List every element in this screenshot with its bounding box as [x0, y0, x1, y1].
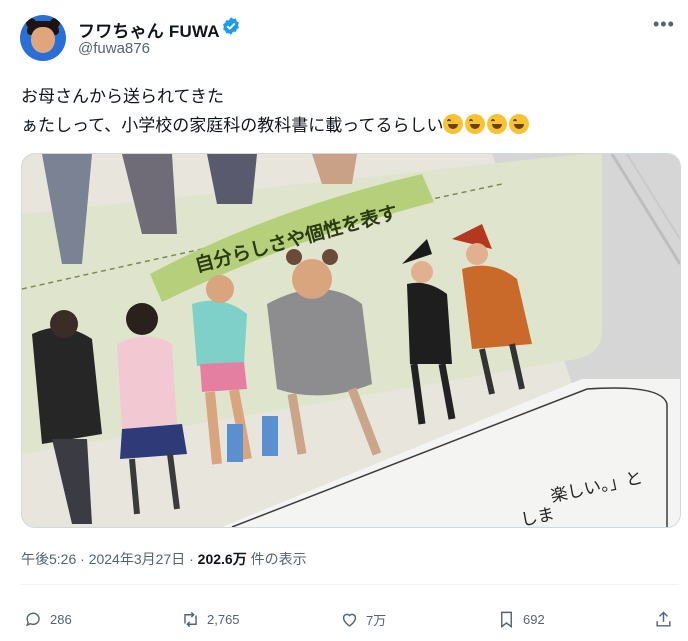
reply-button[interactable]: 286 [24, 610, 72, 629]
tweet-meta: 午後5:26 · 2024年3月27日 · 202.6万 件の表示 [21, 549, 307, 569]
reply-icon [25, 612, 40, 627]
share-button[interactable] [654, 610, 680, 629]
like-button[interactable]: 7万 [340, 610, 386, 629]
view-count: 202.6万 [197, 551, 247, 567]
laughing-emoji-icon [487, 114, 508, 134]
tweet-date[interactable]: 2024年3月27日 [89, 551, 186, 567]
tweet-text-line-2: ぁたしって、小学校の家庭科の教科書に載ってるらしい [21, 116, 444, 135]
meta-separator: · [189, 551, 194, 567]
avatar-hair-bun [50, 18, 60, 28]
reply-count: 286 [50, 612, 72, 627]
author-display-name[interactable]: フワちゃん FUWA [78, 17, 220, 42]
avatar-face [31, 27, 55, 53]
laughing-emoji-icon [465, 114, 486, 134]
bookmark-button[interactable]: 692 [497, 610, 545, 629]
author-handle[interactable]: @fuwa876 [78, 40, 150, 57]
more-options-icon[interactable]: ••• [653, 14, 675, 35]
share-icon [656, 611, 671, 627]
heart-icon [342, 613, 357, 627]
view-label: 件の表示 [246, 551, 307, 567]
repost-count: 2,765 [207, 612, 240, 627]
author-avatar[interactable] [20, 15, 66, 61]
repost-icon [184, 611, 197, 628]
textbook-photo: 自分らしさや個性を表す 楽しい。」と しま [22, 154, 680, 527]
meta-separator: · [80, 551, 85, 567]
laughing-emoji-icon [509, 114, 530, 134]
tweet-text-line-1: お母さんから送られてきた [21, 87, 224, 106]
tweet-photo[interactable]: 自分らしさや個性を表す 楽しい。」と しま [21, 153, 681, 528]
bookmark-count: 692 [523, 612, 545, 627]
divider [21, 584, 679, 585]
avatar-hair-bun [26, 18, 36, 28]
bookmark-icon [501, 611, 512, 629]
tweet-text: お母さんから送られてきた ぁたしって、小学校の家庭科の教科書に載ってるらしい [21, 82, 531, 140]
like-count: 7万 [366, 613, 387, 628]
repost-button[interactable]: 2,765 [181, 610, 240, 629]
laughing-emoji-icon [443, 114, 464, 134]
tweet-time[interactable]: 午後5:26 [21, 551, 76, 567]
verified-badge-icon [223, 17, 239, 35]
